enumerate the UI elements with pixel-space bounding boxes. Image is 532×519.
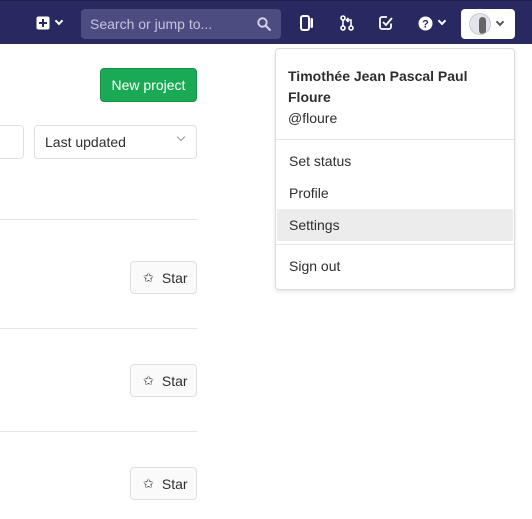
menu-item-set-status[interactable]: Set status xyxy=(277,145,513,177)
chevron-down-icon xyxy=(54,16,64,26)
issues-icon xyxy=(300,15,313,31)
merge-request-icon xyxy=(340,15,354,31)
star-button-label: Star xyxy=(161,475,188,492)
menu-item-sign-out[interactable]: Sign out xyxy=(277,250,513,282)
user-info: Timothée Jean Pascal Paul Floure @floure xyxy=(276,49,514,129)
list-divider xyxy=(0,328,197,329)
user-dropdown-menu: Timothée Jean Pascal Paul Floure @floure… xyxy=(275,48,515,290)
chevron-down-icon xyxy=(437,16,446,26)
star-icon: ✩ xyxy=(143,372,154,388)
list-divider xyxy=(0,431,197,432)
top-navbar: ? xyxy=(0,0,532,44)
star-button[interactable]: ✩ Star xyxy=(130,364,197,397)
svg-text:?: ? xyxy=(422,18,429,30)
new-project-button[interactable]: New project xyxy=(100,68,197,102)
star-icon: ✩ xyxy=(143,269,154,285)
search-icon xyxy=(257,17,271,31)
star-button[interactable]: ✩ Star xyxy=(130,467,197,500)
issues-button[interactable] xyxy=(296,9,318,37)
plus-square-icon xyxy=(36,16,50,30)
star-button-label: Star xyxy=(161,372,188,389)
star-button-label: Star xyxy=(161,269,188,286)
chevron-down-icon xyxy=(176,132,186,142)
filter-input[interactable] xyxy=(0,125,24,159)
menu-item-profile[interactable]: Profile xyxy=(277,177,513,209)
star-button[interactable]: ✩ Star xyxy=(130,261,197,294)
merge-requests-button[interactable] xyxy=(336,9,358,37)
user-handle: @floure xyxy=(288,110,338,126)
new-menu-button[interactable] xyxy=(33,9,65,37)
sort-dropdown-label: Last updated xyxy=(45,134,126,150)
avatar xyxy=(469,13,491,35)
help-icon: ? xyxy=(418,16,432,30)
todos-button[interactable] xyxy=(375,9,397,37)
todo-check-icon xyxy=(379,16,393,30)
help-menu-button[interactable]: ? xyxy=(414,9,448,37)
menu-divider xyxy=(276,139,514,140)
menu-item-settings[interactable]: Settings xyxy=(277,209,513,241)
star-icon: ✩ xyxy=(143,475,154,491)
user-menu-button[interactable] xyxy=(461,9,515,39)
chevron-down-icon xyxy=(495,17,505,27)
user-full-name: Timothée Jean Pascal Paul Floure xyxy=(288,68,468,105)
sort-dropdown[interactable]: Last updated xyxy=(34,125,197,159)
search-bar[interactable] xyxy=(81,9,281,39)
list-divider xyxy=(0,219,197,220)
menu-divider xyxy=(276,244,514,245)
search-input[interactable] xyxy=(90,16,250,32)
